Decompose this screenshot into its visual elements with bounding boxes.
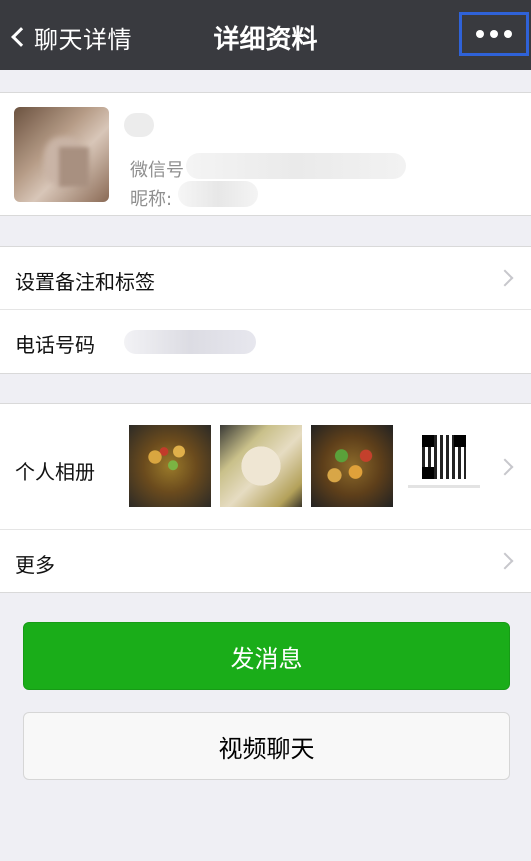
- nickname-redacted: [178, 181, 258, 207]
- navigation-bar: 聊天详情 详细资料: [0, 0, 531, 70]
- qr-caption-blur: [408, 485, 480, 488]
- album-photo-thumbnail: [311, 425, 393, 507]
- settings-group: 设置备注和标签 电话号码: [0, 246, 531, 374]
- avatar-blur: [59, 147, 89, 187]
- chevron-right-icon: [496, 269, 514, 287]
- album-photo-thumbnail: [220, 425, 302, 507]
- avatar[interactable]: [14, 107, 109, 202]
- remark-tags-row[interactable]: 设置备注和标签: [0, 247, 531, 310]
- wechat-id-label: 微信号: [130, 160, 184, 181]
- more-dots-icon: [490, 30, 498, 38]
- more-options-button[interactable]: [459, 12, 529, 56]
- back-label: 聊天详情: [34, 25, 132, 54]
- more-label: 更多: [15, 553, 55, 577]
- nickname-label: 昵称:: [130, 189, 173, 210]
- wechat-id-redacted: [186, 153, 406, 179]
- back-button[interactable]: 聊天详情: [8, 15, 132, 59]
- profile-card: 微信号 昵称:: [0, 92, 531, 216]
- phone-number-redacted: [124, 330, 256, 354]
- album-photo-thumbnail: [402, 425, 484, 507]
- more-row[interactable]: 更多: [0, 530, 531, 593]
- album-row[interactable]: 个人相册: [0, 404, 531, 530]
- chevron-right-icon: [496, 458, 514, 476]
- album-photo-thumbnail: [129, 425, 211, 507]
- qr-code-icon: [422, 435, 466, 479]
- chevron-left-icon: [11, 27, 31, 47]
- send-message-button[interactable]: 发消息: [23, 622, 510, 690]
- phone-row[interactable]: 电话号码: [0, 310, 531, 373]
- album-group: 个人相册 更多: [0, 403, 531, 593]
- remark-tags-label: 设置备注和标签: [15, 270, 155, 294]
- more-dots-icon: [476, 30, 484, 38]
- more-dots-icon: [504, 30, 512, 38]
- album-label: 个人相册: [15, 460, 95, 484]
- display-name-redacted: [124, 113, 154, 137]
- chevron-right-icon: [496, 552, 514, 570]
- video-chat-button[interactable]: 视频聊天: [23, 712, 510, 780]
- phone-label: 电话号码: [15, 333, 95, 357]
